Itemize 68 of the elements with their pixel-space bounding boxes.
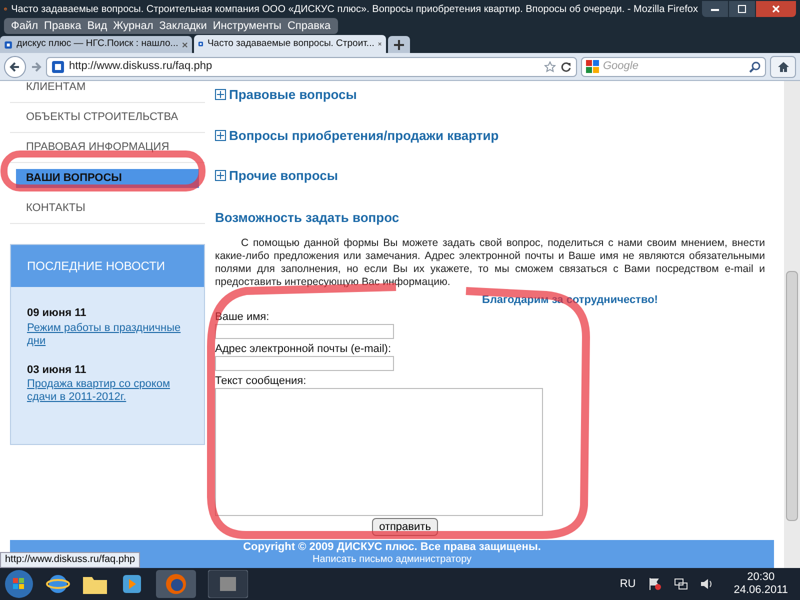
minimize-icon xyxy=(711,8,719,10)
network-icon[interactable] xyxy=(674,577,688,591)
tab-close-icon[interactable] xyxy=(182,40,188,48)
minimize-button[interactable] xyxy=(702,1,728,17)
sidebar-nav-item[interactable]: КОНТАКТЫ xyxy=(10,194,205,224)
close-button[interactable] xyxy=(756,1,796,17)
news-date: 03 июня 11 xyxy=(27,362,88,378)
news-date: 09 июня 11 xyxy=(27,306,88,321)
copyright-text: Copyright © 2009 ДИСКУС плюс. Все права защищены. xyxy=(243,541,541,554)
field-label: Текст сообщения: xyxy=(215,374,306,388)
search-input[interactable]: Google xyxy=(603,58,745,75)
maximize-icon xyxy=(738,5,746,13)
flag-icon[interactable] xyxy=(648,577,662,591)
scrollbar[interactable] xyxy=(784,81,800,568)
speaker-icon[interactable] xyxy=(700,577,714,591)
language-indicator[interactable]: RU xyxy=(620,576,636,592)
tab-icon xyxy=(4,38,13,50)
section-link[interactable]: Прочие вопросы xyxy=(229,166,338,186)
menu-item[interactable]: Справка xyxy=(284,18,334,34)
app-window-icon[interactable] xyxy=(208,570,248,598)
plus-icon xyxy=(394,40,404,50)
address-bar[interactable]: http://www.diskuss.ru/faq.php xyxy=(46,56,577,76)
clock[interactable]: 20:30 24.06.2011 xyxy=(726,571,796,597)
google-icon xyxy=(586,60,599,73)
start-button-icon[interactable] xyxy=(4,569,34,599)
expand-icon[interactable] xyxy=(215,89,226,100)
section-link[interactable]: Вопросы приобретения/продажи квартир xyxy=(229,126,499,145)
menu-item[interactable]: Файл xyxy=(8,18,42,34)
tab-close-icon[interactable] xyxy=(378,40,382,48)
back-arrow-icon xyxy=(9,60,21,72)
news-link[interactable]: Продажа квартир со сроком сдачи в 2011-2012г. xyxy=(27,378,188,404)
menu-item[interactable]: Инструменты xyxy=(210,18,284,34)
back-button[interactable] xyxy=(4,56,26,78)
window-title: Часто задаваемые вопросы. Строительная компания ООО «ДИСКУС плюс». Вопросы приобретения квартир. Впоросы об очереди. - Mozilla Firefox xyxy=(11,2,698,16)
browser-e-icon[interactable] xyxy=(46,572,70,596)
browser-tab[interactable]: Часто задаваемые вопросы. Строит... xyxy=(194,35,386,53)
form-heading: Возможность задать вопрос xyxy=(215,208,400,227)
field-label: Адрес электронной почты (e-mail): xyxy=(215,342,392,356)
text-input[interactable] xyxy=(215,324,394,339)
site-icon xyxy=(51,60,65,74)
menu-item[interactable]: Правка xyxy=(41,18,84,34)
search-field[interactable]: Google xyxy=(581,56,766,76)
status-url: http://www.diskuss.ru/faq.php xyxy=(0,552,140,568)
news-link[interactable]: Режим работы в праздничные дни xyxy=(27,322,188,348)
new-tab-button[interactable] xyxy=(388,36,410,53)
sidebar-nav-item[interactable]: ОБЪЕКТЫ СТРОИТЕЛЬСТВА xyxy=(10,103,205,133)
reload-icon[interactable] xyxy=(560,60,572,72)
close-icon xyxy=(772,5,780,13)
maximize-button[interactable] xyxy=(729,1,755,17)
star-icon[interactable] xyxy=(544,60,556,72)
expand-icon[interactable] xyxy=(215,130,226,141)
tab-label: Часто задаваемые вопросы. Строит... xyxy=(207,36,374,51)
home-button[interactable] xyxy=(770,56,796,78)
media-player-icon[interactable] xyxy=(120,572,144,596)
browser-tab[interactable]: дискус плюс — НГС.Поиск : нашло... xyxy=(0,36,192,53)
menu-item[interactable]: Закладки xyxy=(156,18,210,34)
home-icon xyxy=(776,60,790,72)
menu-item[interactable]: Вид xyxy=(84,18,110,34)
url-text: http://www.diskuss.ru/faq.php xyxy=(69,59,214,74)
sidebar-nav-item[interactable]: ПРАВОВАЯ ИНФОРМАЦИЯ xyxy=(10,133,205,163)
tab-label: дискус плюс — НГС.Поиск : нашло... xyxy=(16,37,178,52)
search-icon[interactable] xyxy=(749,60,761,72)
section-link[interactable]: Правовые вопросы xyxy=(229,85,357,104)
news-title: ПОСЛЕДНИЕ НОВОСТИ xyxy=(11,245,204,287)
text-input[interactable] xyxy=(215,356,394,371)
expand-icon[interactable] xyxy=(215,170,226,182)
sidebar-nav-item[interactable]: КЛИЕНТАМ xyxy=(10,81,205,103)
menu-item[interactable]: Журнал xyxy=(110,18,156,34)
